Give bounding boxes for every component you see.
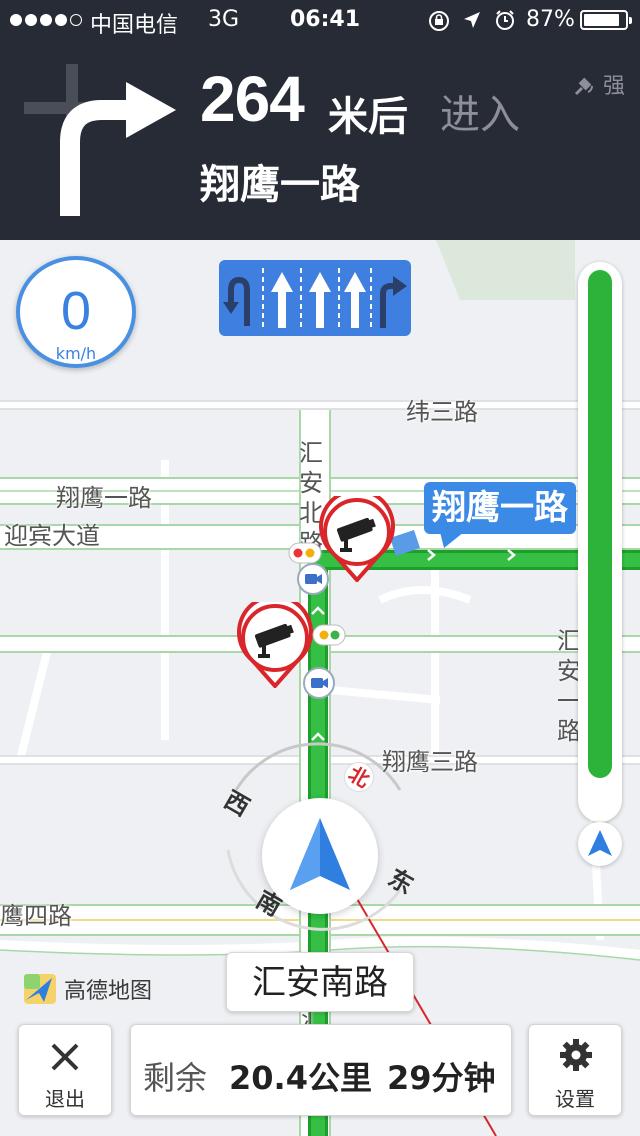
- exit-label: 退出: [45, 1087, 85, 1111]
- amap-logo-icon: [24, 974, 56, 1004]
- close-icon: [51, 1043, 79, 1071]
- navigation-arrow-icon: [588, 830, 612, 856]
- status-bar: 中国电信 3G 06:41 87%: [0, 0, 640, 40]
- camera-marker-icon: [303, 667, 335, 699]
- guidance-panel[interactable]: 264 米后 进入 翔鹰一路 强: [0, 40, 640, 240]
- camera-marker-icon: [297, 563, 329, 595]
- navigation-arrow-icon: [290, 818, 350, 890]
- remaining-time: 29分钟: [387, 1059, 496, 1097]
- map-road-label: 翔鹰三路: [382, 748, 478, 776]
- maneuver-action: 进入: [440, 92, 520, 138]
- maneuver-distance: 264: [200, 63, 305, 135]
- battery-icon: [580, 10, 632, 30]
- settings-button[interactable]: 设置: [528, 1024, 622, 1116]
- gear-icon: [560, 1039, 592, 1071]
- settings-label: 设置: [555, 1087, 595, 1111]
- amap-logo-text: 高德地图: [64, 979, 153, 1004]
- current-speed: 0: [60, 281, 92, 341]
- lane-arrows: [223, 268, 407, 328]
- route-progress-fill: [588, 270, 612, 778]
- traffic-light-icon: [288, 542, 322, 564]
- signal-strength-dots: [10, 14, 82, 26]
- maneuver-distance-unit: 米后: [328, 94, 408, 140]
- turn-right-arrow-icon: [24, 64, 176, 216]
- gps-signal: 强: [572, 68, 625, 100]
- exit-button[interactable]: 退出: [18, 1024, 112, 1116]
- clock: 06:41: [290, 7, 361, 32]
- network-type: 3G: [208, 7, 240, 32]
- remaining-label: 剩余: [143, 1059, 208, 1097]
- next-road-name: 翔鹰一路: [200, 162, 360, 208]
- right-turn-lane-icon: [380, 276, 407, 328]
- progress-position-marker: [578, 822, 622, 866]
- navigation-screen: 中国电信 3G 06:41 87% 264 米后 进入 翔鹰一路 强 纬三路 翔…: [0, 0, 640, 1136]
- rotation-lock-icon: [429, 11, 449, 31]
- map-road-label: 翔鹰一路: [56, 484, 152, 512]
- map-road-label: 迎宾大道: [4, 522, 100, 550]
- route-progress-bar: [578, 262, 622, 822]
- traffic-light-icon: [312, 624, 346, 646]
- amap-logo: 高德地图: [22, 972, 152, 1006]
- map-road-label: 纬三路: [406, 398, 478, 426]
- satellite-icon: [574, 77, 593, 96]
- car-position-marker: [262, 798, 378, 914]
- battery-percent: 87%: [526, 7, 575, 32]
- next-road-callout: 翔鹰一路: [424, 482, 576, 534]
- speedometer: 0 km/h: [16, 256, 136, 368]
- callout-pointer: [440, 532, 464, 548]
- map-road-label: 鹰四路: [0, 902, 72, 930]
- speed-unit: km/h: [55, 344, 97, 363]
- lane-guidance: [219, 260, 411, 336]
- location-arrow-icon: [464, 12, 480, 28]
- alarm-icon: [496, 10, 514, 30]
- trip-summary[interactable]: 剩余 20.4公里 29分钟: [130, 1024, 512, 1116]
- carrier-name: 中国电信: [90, 13, 179, 38]
- u-turn-lane-icon: [223, 276, 250, 326]
- current-road-name: 汇安南路: [226, 952, 414, 1012]
- remaining-distance: 20.4公里: [229, 1059, 372, 1097]
- straight-lane-icon: [271, 272, 366, 328]
- gps-signal-label: 强: [603, 74, 626, 99]
